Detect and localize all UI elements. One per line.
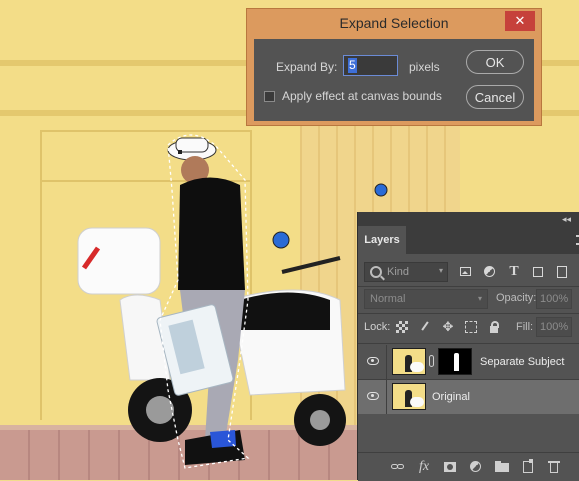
shape-filter-icon[interactable] [530,264,546,280]
mask-link-icon[interactable] [429,355,434,367]
visibility-eye-icon[interactable] [367,357,379,365]
fill-label: Fill: [516,321,534,333]
close-icon: ✕ [514,13,526,28]
layer-filter-row: Kind ▾ T [358,260,579,284]
layer-name[interactable]: Original [432,391,470,403]
group-icon[interactable] [494,459,510,475]
expand-by-value: 5 [348,58,357,73]
new-layer-icon[interactable] [520,459,536,475]
link-layers-icon[interactable] [390,459,406,475]
smart-object-filter-icon[interactable] [554,264,570,280]
fill-input[interactable]: 100% [536,317,572,337]
expand-by-label: Expand By: [276,60,338,74]
adjustment-filter-icon[interactable] [482,264,498,280]
chevron-down-icon: ▾ [477,294,482,303]
ok-button[interactable]: OK [466,50,524,74]
lock-all-icon[interactable] [488,321,500,333]
lock-artboard-icon[interactable] [465,321,477,333]
layer-row-separate-subject[interactable]: Separate Subject [358,345,579,379]
lock-transparency-icon[interactable] [396,321,408,333]
layers-panel: ◂◂ Layers Kind ▾ T Normal ▾ Opacity: 100… [357,212,579,481]
layer-mask-thumbnail[interactable] [438,348,472,375]
units-label: pixels [409,60,440,74]
lock-row: Lock: ✥ Fill: 100% [358,317,579,339]
filter-kind-select[interactable]: Kind ▾ [364,262,448,282]
divider [386,345,387,379]
canvas-bounds-label[interactable]: Apply effect at canvas bounds [282,89,442,103]
visibility-eye-icon[interactable] [367,392,379,400]
filter-kind-label: Kind [387,266,410,278]
panel-tab-bar: Layers [358,226,579,254]
divider [358,343,579,344]
chevron-down-icon: ▾ [438,266,443,275]
lock-pixels-icon[interactable] [419,321,431,333]
cancel-button[interactable]: Cancel [466,85,524,109]
image-filter-icon[interactable] [458,264,474,280]
lock-position-icon[interactable]: ✥ [442,320,454,333]
layer-thumbnail [392,383,426,410]
layer-thumbnail [392,348,426,375]
panel-header-bar: ◂◂ [358,212,579,226]
divider [358,313,579,314]
collapse-panel-icon[interactable]: ◂◂ [562,212,571,226]
tab-layers[interactable]: Layers [358,226,406,254]
dialog-close-button[interactable]: ✕ [505,11,535,31]
type-filter-icon[interactable]: T [506,264,522,280]
dialog-title: Expand Selection [339,15,449,31]
layer-row-original[interactable]: Original [358,380,579,414]
canvas-bounds-checkbox[interactable] [264,91,275,102]
dialog-body: Expand By: 5 pixels Apply effect at canv… [254,39,534,121]
divider [358,286,579,287]
expand-by-input[interactable]: 5 [343,55,398,76]
search-icon [370,266,382,278]
divider [386,380,387,414]
blend-mode-value: Normal [370,293,406,305]
opacity-label: Opacity: [496,292,537,304]
adjustment-layer-icon[interactable] [468,459,484,475]
delete-layer-icon[interactable] [546,459,562,475]
fx-icon[interactable]: fx [416,459,432,475]
expand-selection-dialog: Expand Selection ✕ Expand By: 5 pixels A… [246,8,542,126]
add-mask-icon[interactable] [442,459,458,475]
lock-label: Lock: [364,321,391,333]
opacity-input[interactable]: 100% [536,289,572,309]
blend-mode-select[interactable]: Normal ▾ [364,289,488,309]
blend-row: Normal ▾ Opacity: 100% [358,289,579,311]
panel-bottom-bar: fx [358,452,579,481]
layer-name[interactable]: Separate Subject [480,356,564,368]
